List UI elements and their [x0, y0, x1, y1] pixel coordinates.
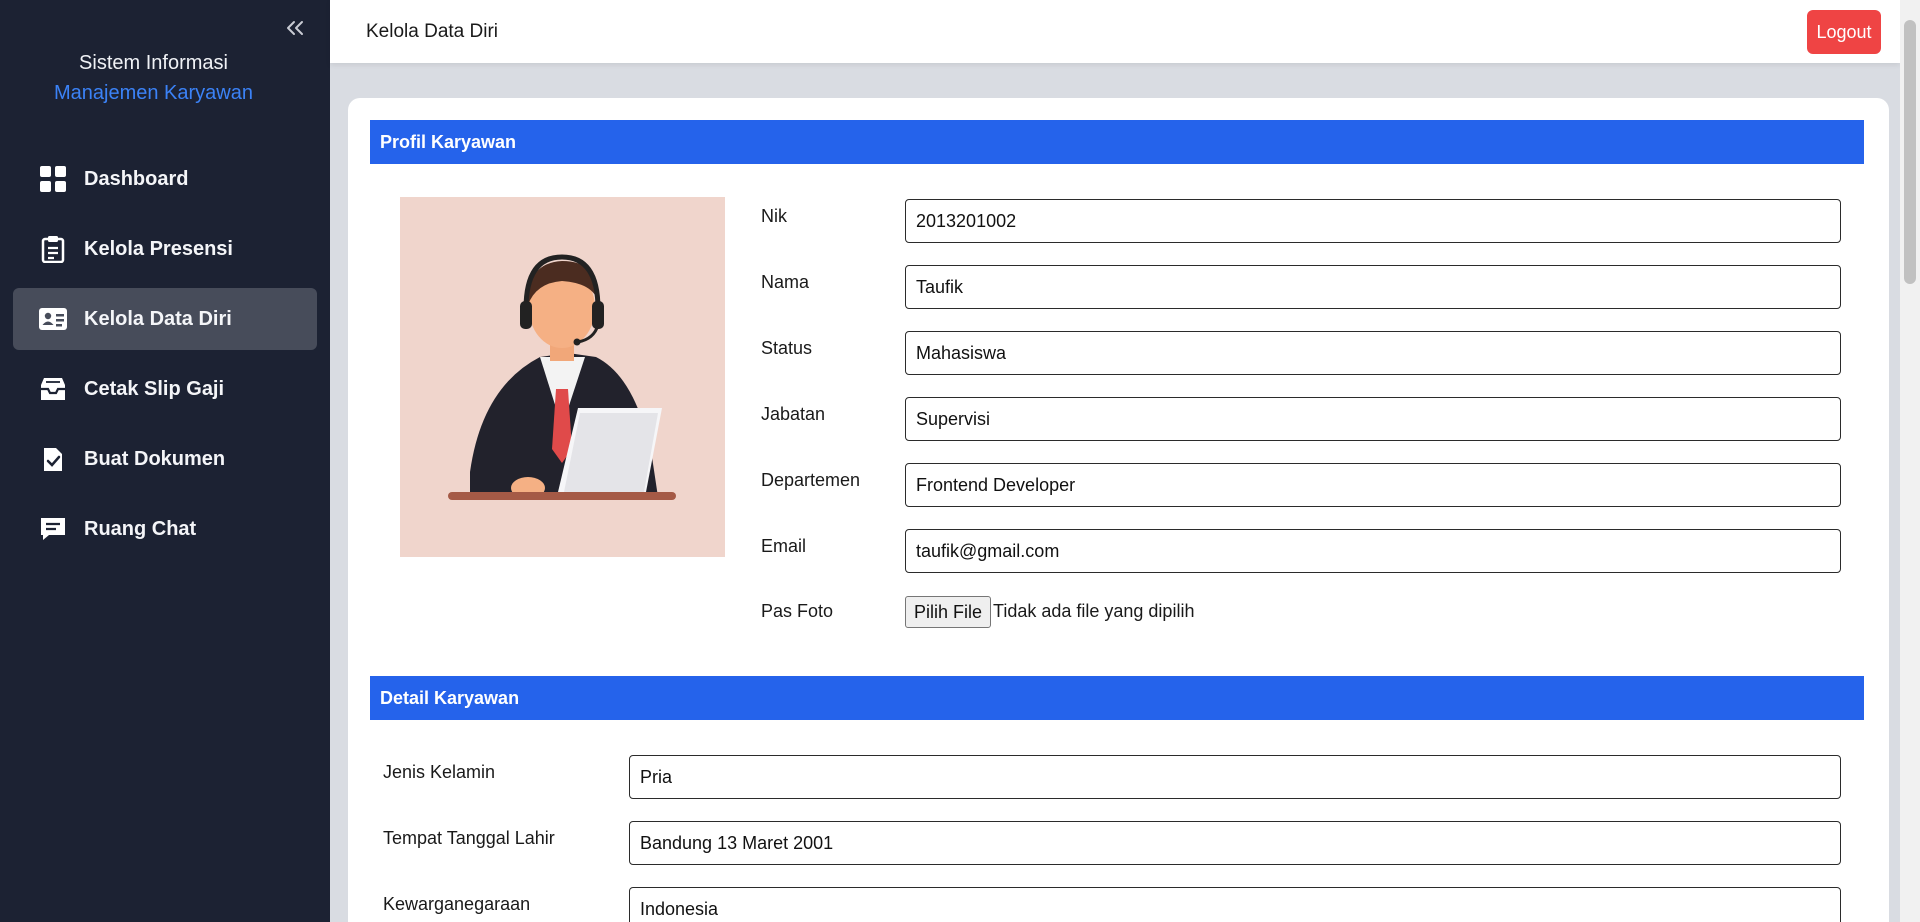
sidebar-item-kelola-data-diri[interactable]: Kelola Data Diri: [13, 288, 317, 350]
profile-card: Profil Karyawan Nik 2013201002 Nama Tauf…: [348, 98, 1889, 922]
brand-title: Sistem Informasi: [79, 52, 228, 74]
jenis-kelamin-field[interactable]: [629, 755, 1841, 799]
sidebar: Sistem Informasi Manajemen Karyawan Dash…: [0, 0, 330, 922]
chat-icon: [39, 515, 67, 543]
sidebar-item-label: Kelola Data Diri: [84, 307, 232, 330]
departemen-label: Departemen: [761, 470, 861, 490]
sidebar-item-dashboard[interactable]: Dashboard: [13, 148, 317, 210]
sidebar-item-label: Kelola Presensi: [84, 237, 233, 260]
nik-field[interactable]: [905, 199, 1841, 243]
page-title: Kelola Data Diri: [366, 21, 498, 42]
sidebar-item-cetak-slip-gaji[interactable]: Cetak Slip Gaji: [13, 358, 317, 420]
departemen-field[interactable]: [905, 463, 1841, 507]
file-status-text: Tidak ada file yang dipilih: [993, 601, 1195, 621]
choose-file-button[interactable]: Pilih File: [905, 596, 992, 628]
double-chevron-left-icon[interactable]: [284, 14, 306, 42]
employee-photo: [400, 197, 725, 557]
status-label: Status: [761, 338, 813, 358]
kewarganegaraan-label: Kewarganegaraan: [383, 894, 531, 914]
brand: Sistem Informasi Manajemen Karyawan: [0, 50, 307, 110]
top-bar: Kelola Data Diri Logout: [330, 0, 1900, 63]
jabatan-label: Jabatan: [761, 404, 826, 424]
sidebar-item-label: Ruang Chat: [84, 517, 197, 540]
nik-label: Nik: [761, 206, 787, 226]
jenis-kelamin-label: Jenis Kelamin: [383, 762, 496, 782]
inbox-tray-icon: [39, 375, 67, 403]
grid-icon: [39, 165, 67, 193]
document-check-icon: [39, 445, 67, 473]
logout-button[interactable]: Logout: [1807, 10, 1881, 54]
sidebar-item-label: Dashboard: [84, 167, 189, 190]
jabatan-field[interactable]: [905, 397, 1841, 441]
status-field[interactable]: [905, 331, 1841, 375]
brand-subtitle: Manajemen Karyawan: [54, 82, 253, 104]
sidebar-item-kelola-presensi[interactable]: Kelola Presensi: [13, 218, 317, 280]
nama-label: Nama: [761, 272, 810, 292]
tempat-tanggal-lahir-label: Tempat Tanggal Lahir: [383, 828, 555, 848]
clipboard-icon: [39, 235, 67, 263]
id-card-icon: [39, 305, 67, 333]
sidebar-item-label: Cetak Slip Gaji: [84, 377, 225, 400]
sidebar-item-label: Buat Dokumen: [84, 447, 226, 470]
email-field[interactable]: [905, 529, 1841, 573]
scrollbar-thumb[interactable]: [1904, 20, 1916, 284]
sidebar-nav: Dashboard Kelola Presensi Kelola Data Di…: [13, 148, 317, 568]
tempat-tanggal-lahir-field[interactable]: [629, 821, 1841, 865]
section-header-detail: Detail Karyawan: [370, 676, 1864, 720]
section-header-profil: Profil Karyawan: [370, 120, 1864, 164]
page-scrollbar[interactable]: [1900, 0, 1920, 922]
pas-foto-label: Pas Foto: [761, 601, 834, 621]
sidebar-item-buat-dokumen[interactable]: Buat Dokumen: [13, 428, 317, 490]
sidebar-item-ruang-chat[interactable]: Ruang Chat: [13, 498, 317, 560]
nama-field[interactable]: [905, 265, 1841, 309]
email-label: Email: [761, 536, 807, 556]
kewarganegaraan-field[interactable]: [629, 887, 1841, 922]
